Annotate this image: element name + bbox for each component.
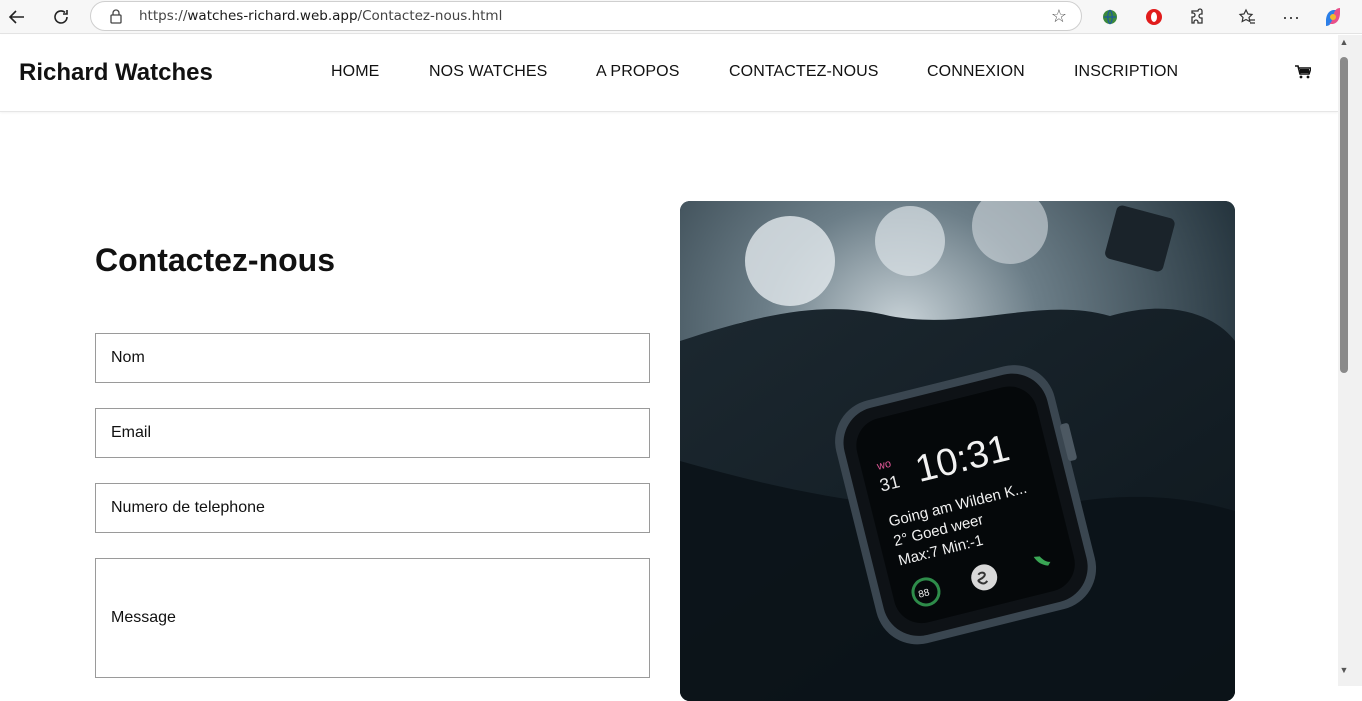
url-text: https://watches-richard.web.app/Contacte… (139, 8, 503, 24)
nav-a-propos[interactable]: A PROPOS (596, 63, 680, 81)
extension-globe-icon[interactable] (1098, 5, 1122, 29)
nav-contactez-nous[interactable]: CONTACTEZ-NOUS (729, 63, 879, 81)
more-menu-icon[interactable]: ··· (1279, 5, 1303, 29)
name-input[interactable] (95, 333, 650, 383)
scroll-down-icon[interactable]: ▼ (1338, 665, 1350, 679)
extensions-puzzle-icon[interactable] (1186, 5, 1210, 29)
email-input[interactable] (95, 408, 650, 458)
nav-inscription[interactable]: INSCRIPTION (1074, 63, 1178, 81)
address-bar[interactable]: https://watches-richard.web.app/Contacte… (90, 1, 1082, 31)
page-title: Contactez-nous (95, 242, 335, 278)
browser-toolbar: https://watches-richard.web.app/Contacte… (0, 0, 1362, 34)
scrollbar-thumb[interactable] (1340, 57, 1348, 373)
opera-extension-icon[interactable] (1142, 5, 1166, 29)
back-icon[interactable] (5, 5, 29, 29)
site-header: Richard Watches HOME NOS WATCHES A PROPO… (0, 35, 1338, 112)
nav-nos-watches[interactable]: NOS WATCHES (429, 63, 547, 81)
reload-icon[interactable] (49, 5, 73, 29)
favorites-icon[interactable] (1235, 5, 1259, 29)
cart-icon[interactable] (1295, 65, 1311, 79)
page-scrollbar[interactable]: ▲ ▼ (1338, 35, 1362, 686)
phone-input[interactable] (95, 483, 650, 533)
nav-connexion[interactable]: CONNEXION (927, 63, 1025, 81)
copilot-icon[interactable] (1321, 5, 1345, 29)
brand-logo[interactable]: Richard Watches (19, 59, 213, 87)
message-textarea[interactable] (95, 558, 650, 678)
nav-home[interactable]: HOME (331, 63, 379, 81)
favorite-star-icon[interactable]: ☆ (1051, 6, 1067, 27)
scroll-up-icon[interactable]: ▲ (1338, 37, 1350, 51)
lock-icon (110, 9, 122, 24)
smartwatch-photo: wo 31 10:31 Going am Wilden K... 2° Goed… (680, 201, 1235, 701)
